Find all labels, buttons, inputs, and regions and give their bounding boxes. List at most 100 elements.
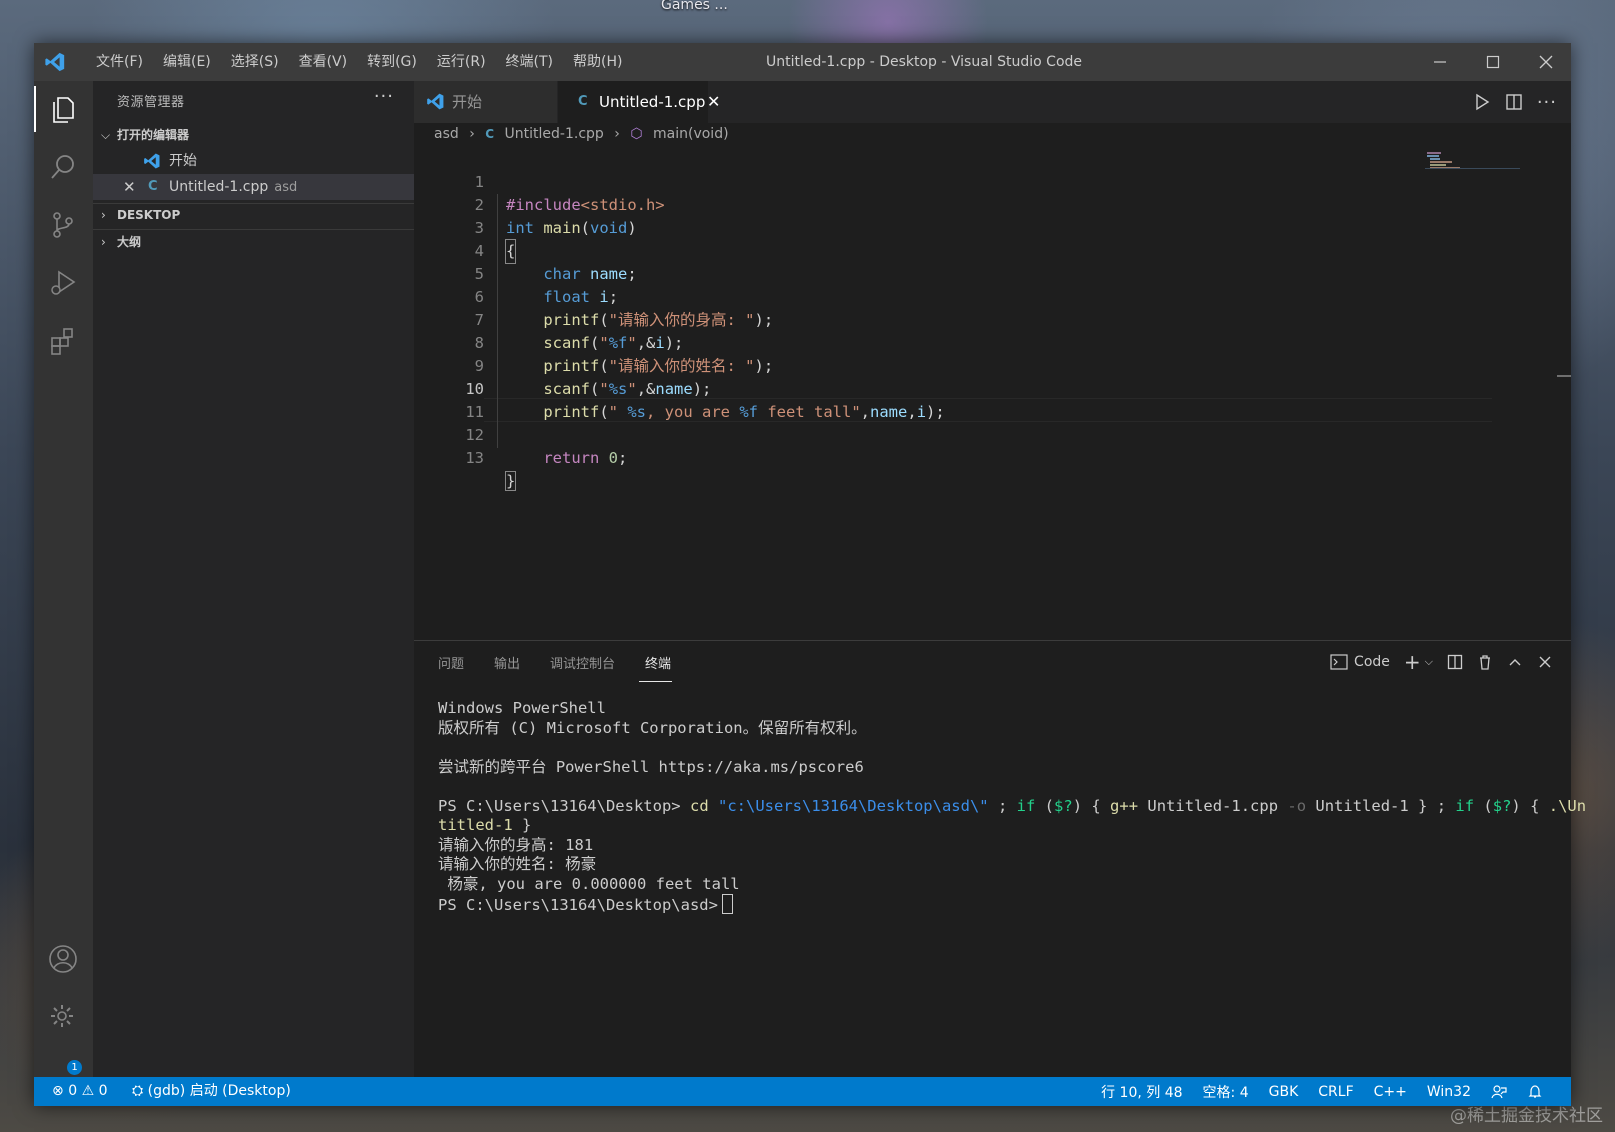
- code-line: 12 return 0;: [414, 401, 1514, 467]
- terminal-profile-selector[interactable]: Code: [1330, 654, 1390, 670]
- open-editor-welcome[interactable]: 开始: [93, 148, 414, 174]
- chevron-up-icon[interactable]: [1507, 654, 1523, 670]
- terminal-token: g++: [1110, 796, 1139, 815]
- terminal-token: if: [1016, 796, 1036, 815]
- code-line: 9 scanf("%s",&name);: [414, 332, 1514, 398]
- tab-untitled-cpp[interactable]: C Untitled-1.cpp ✕: [558, 81, 720, 123]
- feedback-icon[interactable]: [1491, 1084, 1507, 1100]
- terminal-token: }: [522, 816, 532, 834]
- run-icon[interactable]: [1473, 93, 1491, 111]
- encoding[interactable]: GBK: [1269, 1084, 1299, 1100]
- status-right: 行 10, 列 48 空格: 4 GBK CRLF C++ Win32: [1101, 1077, 1543, 1106]
- terminal-line: Windows PowerShell: [438, 699, 606, 717]
- cpp-file-icon: C: [485, 127, 495, 141]
- open-editors-label: 打开的编辑器: [117, 128, 190, 142]
- terminal-prompt: PS C:\Users\13164\Desktop>: [438, 796, 681, 815]
- terminal-prompt: PS C:\Users\13164\Desktop\asd>: [438, 896, 718, 914]
- bottom-panel: 问题 输出 调试控制台 终端 Code + ⌵ Windows PowerShe…: [414, 640, 1586, 1078]
- active-tab-underline: [639, 681, 672, 682]
- trash-icon[interactable]: [1477, 654, 1493, 670]
- scrollbar-indicator[interactable]: [1557, 375, 1571, 377]
- more-actions-icon[interactable]: ···: [1537, 92, 1557, 113]
- desktop-folder-label: DESKTOP: [117, 208, 181, 222]
- menu-view[interactable]: 查看(V): [289, 43, 358, 81]
- code-editor[interactable]: 1 #include<stdio.h> 2 int main(void) 3 {…: [414, 145, 1571, 640]
- search-button[interactable]: [45, 149, 81, 185]
- close-icon[interactable]: ✕: [123, 174, 136, 200]
- open-editor-untitled[interactable]: ✕ C Untitled-1.cpp asd: [93, 174, 414, 200]
- terminal-token: (: [1483, 796, 1493, 815]
- terminal-output[interactable]: Windows PowerShell 版权所有 (C) Microsoft Co…: [438, 699, 1586, 916]
- breadcrumb-file[interactable]: Untitled-1.cpp: [505, 126, 604, 142]
- menu-selection[interactable]: 选择(S): [221, 43, 289, 81]
- new-terminal-plus-icon[interactable]: +: [1404, 650, 1421, 674]
- panel-tab-problems[interactable]: 问题: [438, 653, 464, 672]
- menu-go[interactable]: 转到(G): [357, 43, 427, 81]
- more-actions-icon[interactable]: ···: [374, 86, 394, 107]
- outline-header[interactable]: › 大纲: [93, 230, 414, 254]
- close-window-button[interactable]: [1521, 43, 1571, 81]
- vscode-logo-icon: [45, 52, 65, 72]
- bell-icon[interactable]: [1527, 1084, 1543, 1100]
- cpp-configuration[interactable]: Win32: [1427, 1084, 1471, 1100]
- minimize-icon: [1434, 61, 1446, 63]
- outline-label: 大纲: [117, 235, 142, 249]
- tab-welcome[interactable]: 开始: [414, 81, 557, 123]
- code-line: 6 printf("请输入你的身高: ");: [414, 263, 1514, 329]
- extensions-button[interactable]: [45, 323, 81, 359]
- run-debug-button[interactable]: [45, 265, 81, 301]
- warning-count: 0: [98, 1083, 108, 1099]
- minimap[interactable]: [1425, 150, 1520, 190]
- terminal-token: cd: [689, 796, 709, 815]
- terminal-line: 请输入你的姓名: 杨豪: [438, 855, 597, 873]
- settings-gear-icon: [51, 1005, 73, 1027]
- cursor-position[interactable]: 行 10, 列 48: [1101, 1082, 1182, 1102]
- close-icon[interactable]: ✕: [707, 81, 720, 123]
- problems-status[interactable]: ⊗ 0 ⚠ 0: [52, 1077, 108, 1106]
- split-terminal-icon[interactable]: [1447, 654, 1463, 670]
- breadcrumb-symbol[interactable]: main(void): [653, 126, 729, 142]
- terminal-token: "c:\Users\13164\Desktop\asd\": [718, 796, 989, 815]
- chevron-down-icon[interactable]: ⌵: [1425, 655, 1433, 669]
- explorer-icon: [53, 97, 74, 123]
- indentation[interactable]: 空格: 4: [1203, 1082, 1249, 1102]
- open-editor-label: Untitled-1.cpp: [169, 179, 269, 195]
- settings-button[interactable]: [45, 999, 81, 1035]
- explorer-button[interactable]: [45, 91, 81, 127]
- breadcrumb: asd › C Untitled-1.cpp › ⬡ main(void): [414, 123, 1571, 145]
- language-mode[interactable]: C++: [1374, 1084, 1407, 1100]
- code-line: 1 #include<stdio.h>: [414, 148, 1514, 214]
- panel-actions: Code + ⌵: [1330, 650, 1553, 674]
- menu-file[interactable]: 文件(F): [86, 43, 153, 81]
- panel-tab-debug-console[interactable]: 调试控制台: [550, 653, 615, 672]
- debug-status[interactable]: ⛭ (gdb) 启动 (Desktop): [132, 1077, 291, 1106]
- source-control-button[interactable]: [45, 207, 81, 243]
- tab-label: 开始: [452, 93, 483, 111]
- chevron-right-icon: ›: [101, 208, 106, 222]
- error-count: 0: [68, 1083, 78, 1099]
- panel-tab-terminal[interactable]: 终端: [645, 653, 671, 672]
- menu-terminal[interactable]: 终端(T): [496, 43, 563, 81]
- panel-tab-output[interactable]: 输出: [494, 653, 520, 672]
- minimize-button[interactable]: [1415, 43, 1465, 81]
- end-of-line[interactable]: CRLF: [1318, 1084, 1353, 1100]
- maximize-icon: [1486, 55, 1500, 69]
- code-line: 13 }: [414, 424, 1514, 491]
- open-editor-label: 开始: [169, 153, 197, 169]
- terminal-token: ) {: [1072, 796, 1101, 815]
- breadcrumb-folder[interactable]: asd: [434, 126, 459, 142]
- maximize-button[interactable]: [1468, 43, 1518, 81]
- open-editors-header[interactable]: ⌵ 打开的编辑器: [93, 123, 414, 147]
- debug-label: (gdb) 启动 (Desktop): [147, 1083, 291, 1099]
- desktop-folder-header[interactable]: › DESKTOP: [93, 203, 414, 227]
- account-icon: [49, 945, 77, 973]
- account-button[interactable]: [45, 941, 81, 977]
- split-editor-icon[interactable]: [1505, 93, 1523, 111]
- terminal-token: ;: [997, 796, 1008, 815]
- code-line: 11: [414, 378, 1514, 421]
- tab-label: Untitled-1.cpp: [599, 93, 706, 111]
- close-icon[interactable]: [1537, 654, 1553, 670]
- menu-run[interactable]: 运行(R): [427, 43, 496, 81]
- activity-bar: 1: [34, 81, 93, 1077]
- menu-edit[interactable]: 编辑(E): [153, 43, 221, 81]
